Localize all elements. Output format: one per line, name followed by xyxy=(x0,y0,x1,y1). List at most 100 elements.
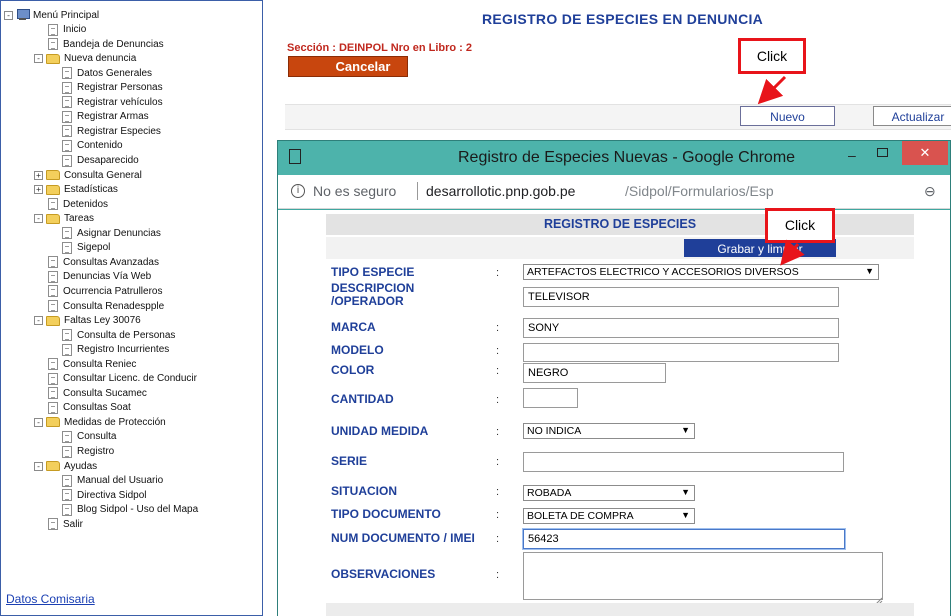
sidebar-item-label: Blog Sidpol - Uso del Mapa xyxy=(77,504,199,516)
sidebar-item[interactable]: Registro xyxy=(62,445,114,459)
sidebar-item[interactable]: Consulta de Personas xyxy=(62,328,175,342)
sidebar-item[interactable]: Denuncias Vía Web xyxy=(48,270,151,284)
modelo-input[interactable] xyxy=(523,343,839,362)
sidebar-item[interactable]: Manual del Usuario xyxy=(62,474,163,488)
close-icon[interactable]: ✕ xyxy=(902,141,948,165)
sidebar-item[interactable]: Sigepol xyxy=(62,241,110,255)
sidebar-item[interactable]: Consultas Soat xyxy=(48,401,131,415)
expand-icon[interactable]: + xyxy=(34,185,43,195)
page-icon xyxy=(48,270,58,283)
page-icon xyxy=(62,96,72,109)
color-input[interactable]: NEGRO xyxy=(523,363,666,383)
actualizar-button[interactable]: Actualizar xyxy=(873,106,951,126)
colon: : xyxy=(496,533,500,545)
collapse-icon[interactable]: - xyxy=(34,461,43,471)
sidebar-item-label: Nueva denuncia xyxy=(64,53,137,65)
sidebar-item[interactable]: Bandeja de Denuncias xyxy=(48,37,164,51)
colon: : xyxy=(496,426,500,438)
cantidad-input[interactable] xyxy=(523,388,578,408)
sidebar-item[interactable]: Consulta Renadespple xyxy=(48,299,164,313)
sidebar-item[interactable]: Consultas Avanzadas xyxy=(48,255,159,269)
sidebar-item[interactable]: - Menú Principal xyxy=(4,8,99,22)
sidebar-item[interactable]: Desaparecido xyxy=(62,154,139,168)
sidebar-item-label: Consultas Soat xyxy=(63,402,131,414)
sidebar-item[interactable]: Datos Generales xyxy=(62,66,152,80)
cancel-button[interactable]: Cancelar xyxy=(288,56,408,77)
colon: : xyxy=(496,569,500,581)
modelo-label: MODELO xyxy=(331,343,384,357)
nuevo-button[interactable]: Nuevo xyxy=(740,106,835,126)
page-icon xyxy=(62,329,72,342)
address-separator xyxy=(417,182,418,200)
collapse-icon[interactable]: - xyxy=(34,316,43,326)
sidebar-item[interactable]: Directiva Sidpol xyxy=(62,488,146,502)
collapse-icon[interactable]: - xyxy=(34,214,43,224)
sidebar-item-label: Ayudas xyxy=(64,460,98,472)
sidebar-item[interactable]: Contenido xyxy=(62,139,123,153)
page-icon xyxy=(48,256,58,269)
page-icon xyxy=(62,474,72,487)
descripcion-label-line2: /OPERADOR xyxy=(331,294,404,308)
popup-window-title: Registro de Especies Nuevas - Google Chr… xyxy=(458,149,796,166)
sidebar-item[interactable]: Consulta Reniec xyxy=(48,357,136,371)
page-title: REGISTRO DE ESPECIES EN DENUNCIA xyxy=(482,11,764,27)
sidebar-item[interactable]: Registrar Armas xyxy=(62,110,149,124)
sidebar-item[interactable]: Blog Sidpol - Uso del Mapa xyxy=(62,503,198,517)
unidad-medida-select[interactable]: NO INDICA ▼ xyxy=(523,423,695,439)
num-documento-input[interactable]: 56423 xyxy=(523,529,845,549)
dropdown-arrow-icon: ▼ xyxy=(681,510,690,520)
sidebar-item[interactable]: - Ayudas xyxy=(34,459,97,473)
collapse-icon[interactable]: - xyxy=(34,54,43,64)
popup-titlebar[interactable]: Registro de Especies Nuevas - Google Chr… xyxy=(278,141,950,175)
minimize-icon[interactable]: – xyxy=(848,147,856,163)
sidebar-item[interactable]: Salir xyxy=(48,517,83,531)
datos-comisaria-link[interactable]: Datos Comisaria xyxy=(6,592,95,606)
sidebar-item[interactable]: - Medidas de Protección xyxy=(34,415,166,429)
expand-icon[interactable]: + xyxy=(34,170,43,180)
marca-input[interactable]: SONY xyxy=(523,318,839,338)
sidebar-item-label: Registrar Armas xyxy=(77,111,149,123)
sidebar-item[interactable]: Registrar Personas xyxy=(62,81,163,95)
observaciones-label: OBSERVACIONES xyxy=(331,567,436,581)
sidebar-item-label: Manual del Usuario xyxy=(77,475,164,487)
observaciones-textarea[interactable] xyxy=(523,552,883,600)
address-bar[interactable]: i No es seguro desarrollotic.pnp.gob.pe … xyxy=(278,175,950,209)
arrow-to-nuevo xyxy=(757,75,787,105)
color-label: COLOR xyxy=(331,363,375,377)
sidebar-item-label: Medidas de Protección xyxy=(64,416,166,428)
page-icon xyxy=(62,67,72,80)
sidebar-item-label: Registro xyxy=(77,446,115,457)
zoom-out-icon[interactable]: ⊖ xyxy=(924,183,936,200)
sidebar-item[interactable]: - Tareas xyxy=(34,212,94,226)
sidebar-item[interactable]: Ocurrencia Patrulleros xyxy=(48,284,162,298)
situacion-select[interactable]: ROBADA ▼ xyxy=(523,485,695,501)
page-icon xyxy=(48,300,58,312)
sidebar-item[interactable]: Consulta Sucamec xyxy=(48,386,147,400)
sidebar-item[interactable]: + Estadísticas xyxy=(34,183,118,197)
descripcion-input[interactable]: TELEVISOR xyxy=(523,287,839,307)
sidebar-item-label: Inicio xyxy=(63,24,87,36)
sidebar-item[interactable]: Registro Incurrientes xyxy=(62,343,169,357)
sidebar-item[interactable]: Detenidos xyxy=(48,197,108,211)
sidebar-item[interactable]: Consulta xyxy=(62,430,116,444)
sidebar-item[interactable]: - Nueva denuncia xyxy=(34,52,136,66)
sidebar-item-label: Consulta General xyxy=(64,169,142,181)
folder-icon xyxy=(46,315,60,326)
descripcion-label-line1: DESCRIPCION xyxy=(331,281,415,295)
tipo-especie-select[interactable]: ARTEFACTOS ELECTRICO Y ACCESORIOS DIVERS… xyxy=(523,264,879,280)
maximize-icon[interactable] xyxy=(877,148,888,157)
sidebar-item[interactable]: Inicio xyxy=(48,23,86,37)
collapse-icon[interactable]: - xyxy=(4,10,13,20)
collapse-icon[interactable]: - xyxy=(34,417,43,427)
sidebar-item-label: Registrar Especies xyxy=(77,125,161,137)
sidebar-item[interactable]: Consultar Licenc. de Conducir xyxy=(48,372,197,386)
sidebar-item[interactable]: + Consulta General xyxy=(34,168,142,182)
sidebar-item[interactable]: Registrar Especies xyxy=(62,124,161,138)
tipo-documento-select[interactable]: BOLETA DE COMPRA ▼ xyxy=(523,508,695,524)
sidebar-item[interactable]: - Faltas Ley 30076 xyxy=(34,314,141,328)
info-icon[interactable]: i xyxy=(291,184,305,198)
serie-input[interactable] xyxy=(523,452,844,472)
page-icon xyxy=(48,38,58,51)
sidebar-item[interactable]: Registrar vehículos xyxy=(62,95,163,109)
sidebar-item[interactable]: Asignar Denuncias xyxy=(62,226,161,240)
